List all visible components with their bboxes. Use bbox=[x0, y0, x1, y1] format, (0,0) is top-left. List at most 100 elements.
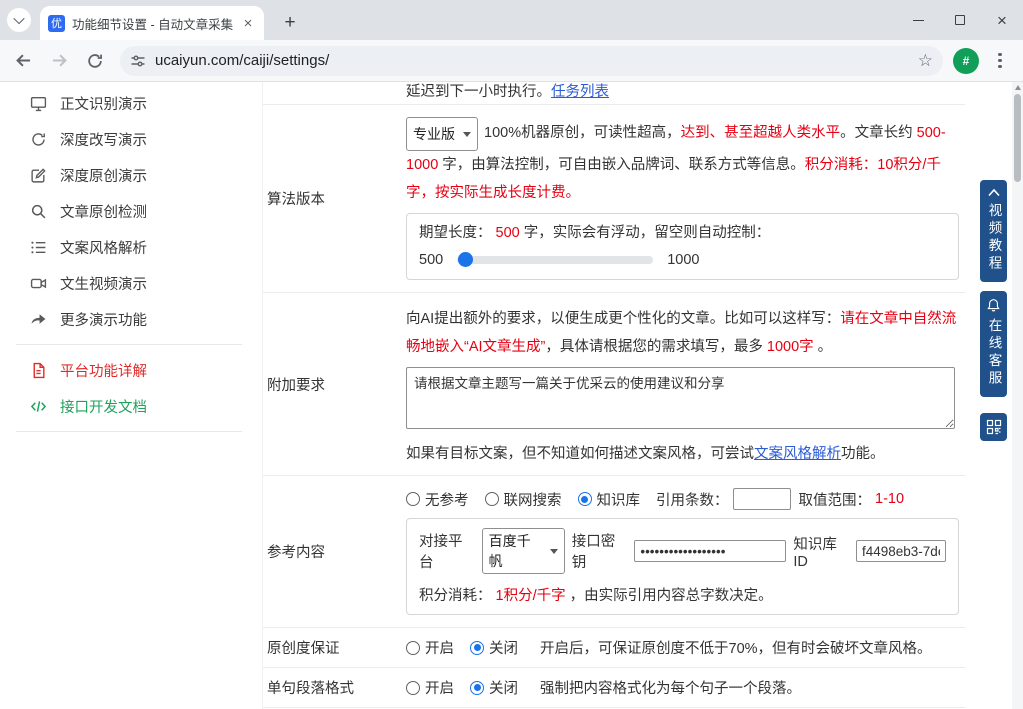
quote-count-input[interactable] bbox=[733, 488, 791, 510]
secret-key-input[interactable] bbox=[634, 540, 786, 562]
platform-label: 对接平台 bbox=[419, 530, 475, 572]
secret-key-label: 接口密钥 bbox=[572, 530, 628, 572]
sidebar-divider bbox=[16, 344, 242, 345]
edit-icon bbox=[30, 167, 47, 184]
close-icon: × bbox=[997, 12, 1007, 29]
expected-length-box: 期望长度： 500 字，实际会有浮动，留空则自动控制： 500 1000 bbox=[406, 213, 959, 280]
document-icon bbox=[30, 362, 47, 379]
knowledge-base-box: 对接平台 百度千帆 接口密钥 知识库ID 积分消耗： 1积分/千字 ，由实际引用… bbox=[406, 518, 959, 615]
video-tutorial-label: 视频教程 bbox=[984, 203, 1004, 273]
profile-avatar[interactable]: # bbox=[953, 48, 979, 74]
sidebar-item-deep-original[interactable]: 深度原创演示 bbox=[0, 157, 262, 193]
schedule-note-text: 延迟到下一小时执行。 bbox=[406, 84, 551, 100]
bookmark-star-icon[interactable]: ☆ bbox=[918, 51, 933, 71]
sidebar-item-label: 深度原创演示 bbox=[60, 165, 147, 186]
length-hint: 字，实际会有浮动，留空则自动控制： bbox=[524, 225, 771, 241]
radio-on[interactable]: 开启 bbox=[406, 677, 454, 698]
bell-icon bbox=[986, 298, 1001, 313]
extra-requirements-textarea[interactable]: 请根据文章主题写一篇关于优采云的使用建议和分享 bbox=[406, 367, 955, 429]
sidebar-item-label: 正文识别演示 bbox=[60, 93, 147, 114]
back-icon bbox=[14, 51, 33, 70]
sidebar-item-text-to-video[interactable]: 文生视频演示 bbox=[0, 265, 262, 301]
kb-id-input[interactable] bbox=[856, 540, 946, 562]
url-text[interactable]: ucaiyun.com/caiji/settings/ bbox=[155, 52, 909, 69]
cost-hint: ，由实际引用内容总字数决定。 bbox=[570, 588, 773, 604]
radio-icon bbox=[470, 681, 484, 695]
chevron-down-icon bbox=[463, 132, 471, 137]
length-value: 500 bbox=[496, 225, 520, 241]
tab-title: 功能细节设置 - 自动文章采集器 bbox=[72, 14, 233, 33]
list-icon bbox=[30, 239, 47, 256]
site-settings-icon[interactable] bbox=[130, 53, 146, 69]
length-slider[interactable] bbox=[457, 256, 653, 264]
task-list-link[interactable]: 任务列表 bbox=[551, 84, 609, 100]
radio-icon bbox=[578, 492, 592, 506]
site-favicon: 优 bbox=[48, 15, 65, 32]
sidebar-item-body-recognition[interactable]: 正文识别演示 bbox=[0, 85, 262, 121]
scroll-up-icon[interactable] bbox=[1015, 85, 1021, 90]
row-single-sentence-format: 单句段落格式 开启 关闭 强制把内容格式化为每个句子一个段落。 bbox=[263, 668, 965, 708]
desc-text: 。文章长约 bbox=[840, 125, 917, 141]
minimize-icon bbox=[913, 20, 924, 21]
online-service-button[interactable]: 在线客服 bbox=[980, 291, 1007, 397]
browser-menu-button[interactable] bbox=[985, 46, 1015, 76]
desc-text: 100%机器原创，可读性超高， bbox=[484, 125, 681, 141]
radio-label: 关闭 bbox=[489, 637, 518, 658]
refresh-icon bbox=[30, 131, 47, 148]
algorithm-version-select[interactable]: 专业版 bbox=[406, 117, 478, 151]
desc-text-red: 达到、甚至超越人类水平 bbox=[681, 125, 841, 141]
row-label: 参考内容 bbox=[263, 541, 406, 562]
chevron-up-icon bbox=[987, 187, 1001, 198]
desc-text: 向AI提出额外的要求，以便生成更个性化的文章。比如可以这样写： bbox=[406, 311, 840, 327]
scrollbar-thumb[interactable] bbox=[1014, 94, 1021, 182]
sidebar-divider bbox=[16, 431, 242, 432]
note-text: 如果有目标文案，但不知道如何描述文案风格，可尝试 bbox=[406, 446, 754, 462]
forward-button[interactable] bbox=[44, 46, 74, 76]
sidebar-item-label: 文生视频演示 bbox=[60, 273, 147, 294]
settings-form: 延迟到下一小时执行。任务列表 算法版本 专业版 100%机器原创，可读性超高，达… bbox=[262, 82, 965, 709]
row-label: 附加要求 bbox=[263, 374, 406, 395]
tab-close-icon[interactable]: × bbox=[240, 15, 256, 32]
radio-icon bbox=[406, 641, 420, 655]
page-scrollbar[interactable] bbox=[1012, 82, 1023, 709]
sidebar-item-label: 平台功能详解 bbox=[60, 360, 147, 381]
code-icon bbox=[30, 398, 47, 415]
sidebar-item-platform-features[interactable]: 平台功能详解 bbox=[0, 352, 262, 388]
row-description: 开启后，可保证原创度不低于70%，但有时会破坏文章风格。 bbox=[540, 637, 932, 658]
sidebar-item-label: 更多演示功能 bbox=[60, 309, 147, 330]
maximize-button[interactable] bbox=[939, 0, 981, 40]
browser-tab[interactable]: 优 功能细节设置 - 自动文章采集器 × bbox=[40, 6, 264, 40]
radio-knowledge-base[interactable]: 知识库 bbox=[578, 489, 641, 510]
radio-off[interactable]: 关闭 bbox=[470, 637, 518, 658]
row-label: 算法版本 bbox=[263, 188, 406, 209]
radio-label: 关闭 bbox=[489, 677, 518, 698]
radio-on[interactable]: 开启 bbox=[406, 637, 454, 658]
qr-code-button[interactable] bbox=[980, 413, 1007, 441]
sidebar-item-api-docs[interactable]: 接口开发文档 bbox=[0, 388, 262, 424]
profile-dropdown-button[interactable] bbox=[7, 8, 31, 32]
platform-select[interactable]: 百度千帆 bbox=[482, 528, 565, 574]
video-tutorial-button[interactable]: 视频教程 bbox=[980, 180, 1007, 282]
reload-button[interactable] bbox=[80, 46, 110, 76]
sidebar-item-original-check[interactable]: 文章原创检测 bbox=[0, 193, 262, 229]
style-analysis-link[interactable]: 文案风格解析 bbox=[754, 446, 841, 462]
note-text: 功能。 bbox=[841, 446, 885, 462]
select-value: 百度千帆 bbox=[489, 531, 542, 571]
close-button[interactable]: × bbox=[981, 0, 1023, 40]
slider-thumb[interactable] bbox=[458, 252, 473, 267]
cost-label: 积分消耗： bbox=[419, 588, 492, 604]
row-algorithm-version: 算法版本 专业版 100%机器原创，可读性超高，达到、甚至超越人类水平。文章长约… bbox=[263, 105, 965, 293]
radio-off[interactable]: 关闭 bbox=[470, 677, 518, 698]
radio-no-reference[interactable]: 无参考 bbox=[406, 489, 469, 510]
back-button[interactable] bbox=[8, 46, 38, 76]
desc-text: 。 bbox=[814, 339, 833, 355]
sidebar-item-deep-rewrite[interactable]: 深度改写演示 bbox=[0, 121, 262, 157]
sidebar-item-style-analysis[interactable]: 文案风格解析 bbox=[0, 229, 262, 265]
radio-web-search[interactable]: 联网搜索 bbox=[485, 489, 562, 510]
sidebar-item-more-demos[interactable]: 更多演示功能 bbox=[0, 301, 262, 337]
address-bar[interactable]: ucaiyun.com/caiji/settings/ ☆ bbox=[120, 46, 943, 76]
video-icon bbox=[30, 275, 47, 292]
new-tab-button[interactable]: + bbox=[276, 9, 304, 37]
length-label: 期望长度： bbox=[419, 225, 492, 241]
minimize-button[interactable] bbox=[897, 0, 939, 40]
